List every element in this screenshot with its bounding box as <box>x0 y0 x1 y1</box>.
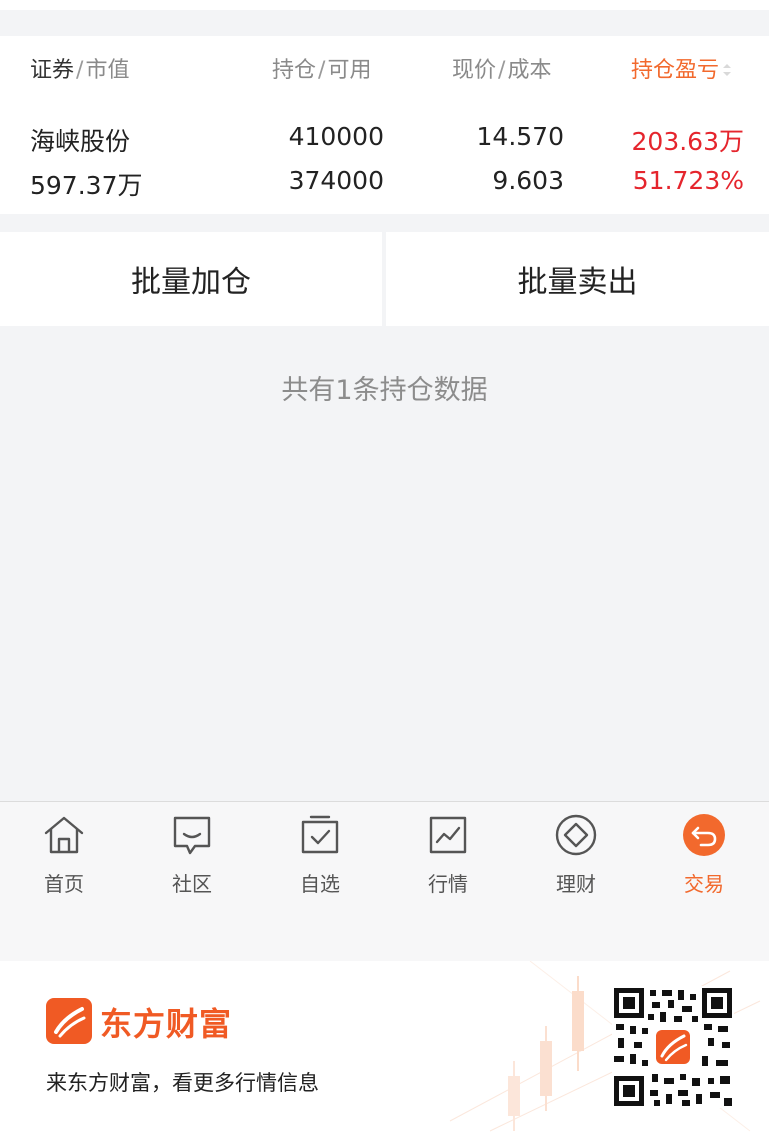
holdings-count-text: 共有1条持仓数据 <box>281 375 488 406</box>
qr-code-icon <box>612 986 734 1108</box>
cost-price: 9.603 <box>492 166 564 195</box>
tab-label: 社区 <box>172 872 212 896</box>
sort-by-pnl-button[interactable]: 持仓盈亏 <box>631 52 733 84</box>
header-pnl-label: 持仓盈亏 <box>631 58 720 83</box>
tab-watchlist[interactable]: 自选 <box>270 812 370 897</box>
tab-trade[interactable]: 交易 <box>654 812 754 897</box>
tab-community[interactable]: 社区 <box>142 812 242 897</box>
tab-wealth[interactable]: 理财 <box>526 812 626 897</box>
tab-home[interactable]: 首页 <box>14 812 114 897</box>
market-value: 597.37万 <box>30 171 143 200</box>
community-icon <box>173 816 211 855</box>
current-price: 14.570 <box>476 122 564 151</box>
tab-market[interactable]: 行情 <box>398 812 498 897</box>
batch-sell-button[interactable]: 批量卖出 <box>386 232 769 326</box>
header-holding-available: 持仓/可用 <box>272 58 372 83</box>
watchlist-icon <box>301 815 339 854</box>
batch-add-button[interactable]: 批量加仓 <box>0 232 382 326</box>
sort-arrows-icon <box>723 64 732 76</box>
promo-banner: 东方财富 来东方财富，看更多行情信息 <box>0 961 769 1133</box>
holding-qty: 410000 <box>288 122 384 151</box>
wealth-icon <box>555 814 597 856</box>
tab-label: 理财 <box>556 872 596 896</box>
available-qty: 374000 <box>288 166 384 195</box>
trade-icon <box>683 814 725 856</box>
tab-label: 行情 <box>428 872 468 896</box>
top-strip <box>0 0 769 10</box>
header-price-cost: 现价/成本 <box>452 58 552 83</box>
header-security-marketvalue: 证券/市值 <box>30 58 130 83</box>
tab-label: 交易 <box>684 872 724 896</box>
position-pnl: 203.63万 <box>631 127 744 156</box>
batch-actions: 批量加仓 批量卖出 <box>0 232 769 326</box>
tab-label: 首页 <box>44 872 84 896</box>
stock-name: 海峡股份 <box>30 127 131 156</box>
tab-label: 自选 <box>300 872 340 896</box>
position-pnl-pct: 51.723% <box>632 166 744 195</box>
bottom-tab-bar: 首页 社区 自选 行情 理财 交易 <box>0 801 769 961</box>
brand-logo-icon <box>46 998 92 1044</box>
banner-slogan: 来东方财富，看更多行情信息 <box>46 1071 319 1095</box>
home-icon <box>44 816 84 854</box>
brand-name: 东方财富 <box>100 1005 233 1043</box>
market-chart-icon <box>429 816 467 854</box>
